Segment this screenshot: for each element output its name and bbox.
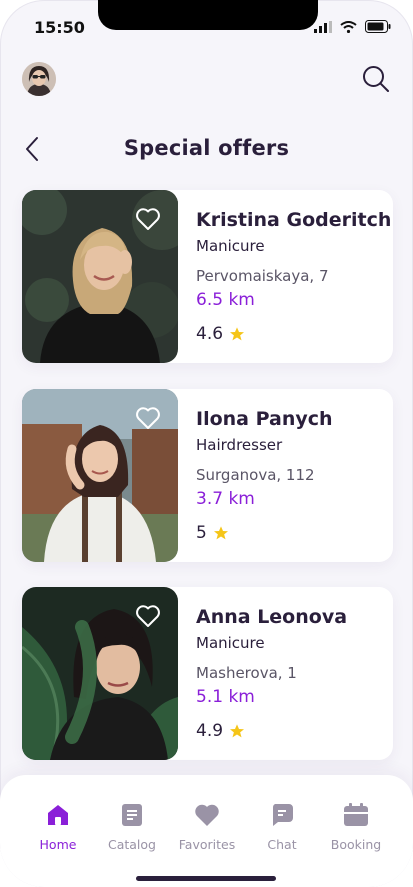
offer-card[interactable]: Ilona Panych Hairdresser Surganova, 112 … [22,389,393,562]
specialist-service: Hairdresser [196,436,283,454]
avatar[interactable] [22,62,56,96]
calendar-icon [344,803,368,826]
star-icon [230,724,245,738]
nav-label-favorites: Favorites [178,837,236,852]
favorite-button[interactable] [134,602,162,630]
offer-card[interactable]: Anna Leonova Manicure Masherova, 1 5.1 k… [22,587,393,760]
rating-value: 4.9 [196,721,224,741]
favorite-button[interactable] [134,205,162,233]
favorite-button[interactable] [134,404,162,432]
heart-outline-icon [136,605,160,627]
bottom-nav: Home Catalog Favorites Chat Booking [0,775,413,887]
star-icon [213,526,228,540]
avatar-image [22,62,56,96]
specialist-rating: 5 [196,523,229,543]
nav-label-home: Home [39,837,77,852]
star-icon [230,327,245,341]
status-icons [314,20,391,33]
nav-label-catalog: Catalog [107,837,156,852]
chat-icon [272,804,293,826]
home-indicator [136,876,276,881]
nav-item-catalog[interactable]: Catalog [94,803,170,852]
status-time: 15:50 [34,18,85,37]
specialist-service: Manicure [196,634,265,652]
rating-value: 5 [196,523,207,543]
signal-icon [314,20,332,33]
notch [98,0,318,30]
nav-label-chat: Chat [267,837,297,852]
search-button[interactable] [359,62,393,96]
specialist-address: Surganova, 112 [196,466,315,484]
nav-item-booking[interactable]: Booking [318,803,394,852]
nav-label-booking: Booking [330,837,382,852]
phone-screen: 15:50 Special offers Kristina Goderitch … [0,0,413,887]
specialist-distance: 5.1 km [196,687,255,707]
heart-icon [195,804,219,826]
heart-outline-icon [136,208,160,230]
nav-item-home[interactable]: Home [20,803,96,852]
nav-item-chat[interactable]: Chat [244,803,320,852]
specialist-address: Pervomaiskaya, 7 [196,267,329,285]
nav-item-favorites[interactable]: Favorites [169,803,245,852]
specialist-name: Ilona Panych [196,408,333,430]
specialist-rating: 4.9 [196,721,245,741]
battery-icon [365,20,391,33]
page-title: Special offers [123,136,290,160]
home-icon [48,805,68,825]
specialist-distance: 3.7 km [196,489,255,509]
heart-outline-icon [136,407,160,429]
search-icon [363,66,389,92]
specialist-address: Masherova, 1 [196,664,297,682]
specialist-rating: 4.6 [196,324,245,344]
rating-value: 4.6 [196,324,224,344]
specialist-service: Manicure [196,237,265,255]
wifi-icon [340,20,357,33]
specialist-name: Kristina Goderitch [196,209,392,231]
specialist-distance: 6.5 km [196,290,255,310]
specialist-name: Anna Leonova [196,606,348,628]
catalog-icon [122,804,142,826]
offer-card[interactable]: Kristina Goderitch Manicure Pervomaiskay… [22,190,393,363]
